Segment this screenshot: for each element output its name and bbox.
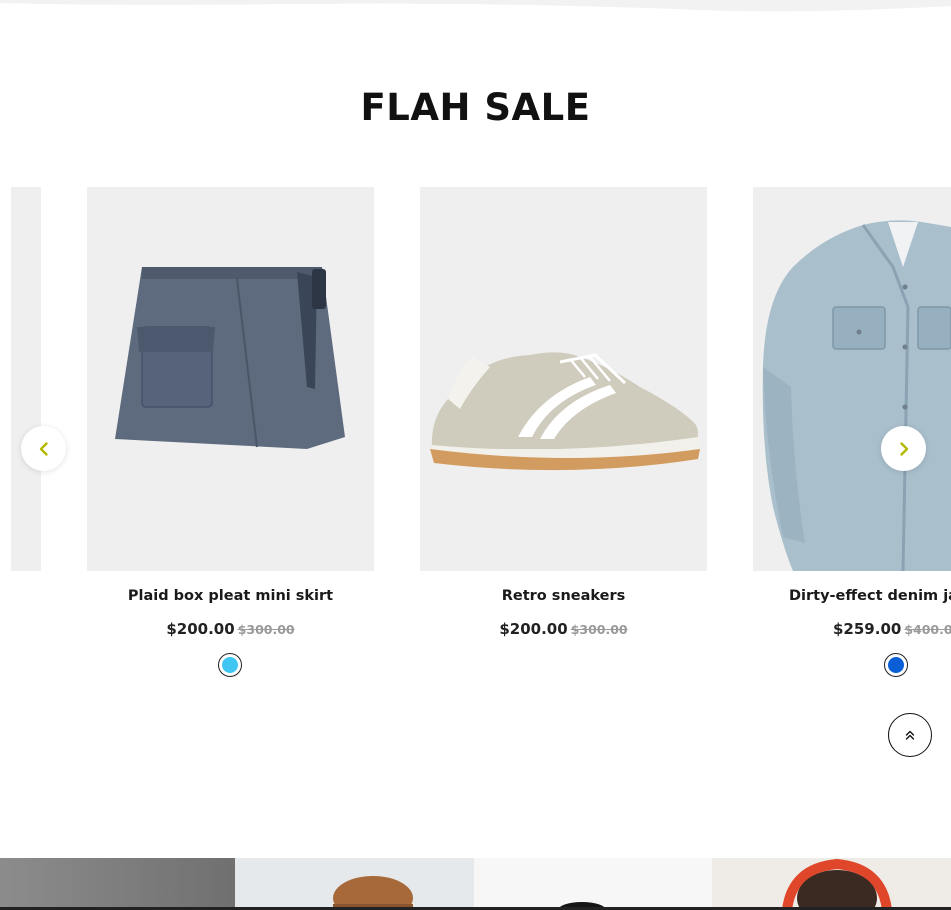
price-row: $200.00 $300.00 xyxy=(87,620,374,639)
sale-price: $200.00 xyxy=(166,620,235,638)
headphones-illustration xyxy=(782,858,892,910)
original-price: $400.00 xyxy=(904,622,951,637)
carousel-prev-button[interactable] xyxy=(21,426,66,471)
section-title: FLAH SALE xyxy=(360,86,591,129)
product-image-skirt[interactable] xyxy=(87,187,374,571)
price-row: $259.00$400.00 xyxy=(753,620,951,639)
product-image-denim-jacket[interactable] xyxy=(753,187,951,571)
banner-image[interactable] xyxy=(474,858,712,910)
jacket-illustration xyxy=(762,220,951,571)
product-image-sneakers[interactable] xyxy=(420,187,707,571)
banner-image[interactable] xyxy=(712,858,951,910)
chevron-right-icon xyxy=(899,441,908,456)
sale-price: $259.00 xyxy=(833,620,902,638)
carousel-next-button[interactable] xyxy=(881,426,926,471)
color-swatch[interactable] xyxy=(884,653,908,677)
cap-illustration xyxy=(558,902,606,910)
scroll-to-top-button[interactable] xyxy=(888,713,932,757)
chevron-left-icon xyxy=(39,441,48,456)
price-row: $200.00 $300.00 xyxy=(420,620,707,639)
hat-illustration xyxy=(333,876,413,910)
color-swatch[interactable] xyxy=(218,653,242,677)
banner-image[interactable] xyxy=(235,858,474,910)
product-name[interactable]: Dirty-effect denim jacket xyxy=(753,588,951,604)
original-price: $300.00 xyxy=(570,622,628,637)
product-name[interactable]: Retro sneakers xyxy=(420,588,707,604)
sneaker-illustration xyxy=(430,352,700,471)
swatch-fill xyxy=(222,657,238,673)
skirt-illustration xyxy=(115,267,345,449)
product-image-partial[interactable] xyxy=(11,187,41,571)
banner-image[interactable] xyxy=(0,858,235,910)
swatch-fill xyxy=(888,657,904,673)
sale-price: $200.00 xyxy=(499,620,568,638)
original-price: $300.00 xyxy=(237,622,295,637)
product-name[interactable]: Plaid box pleat mini skirt xyxy=(87,588,374,604)
top-wave-divider xyxy=(0,0,951,12)
double-chevron-up-icon xyxy=(905,730,915,740)
